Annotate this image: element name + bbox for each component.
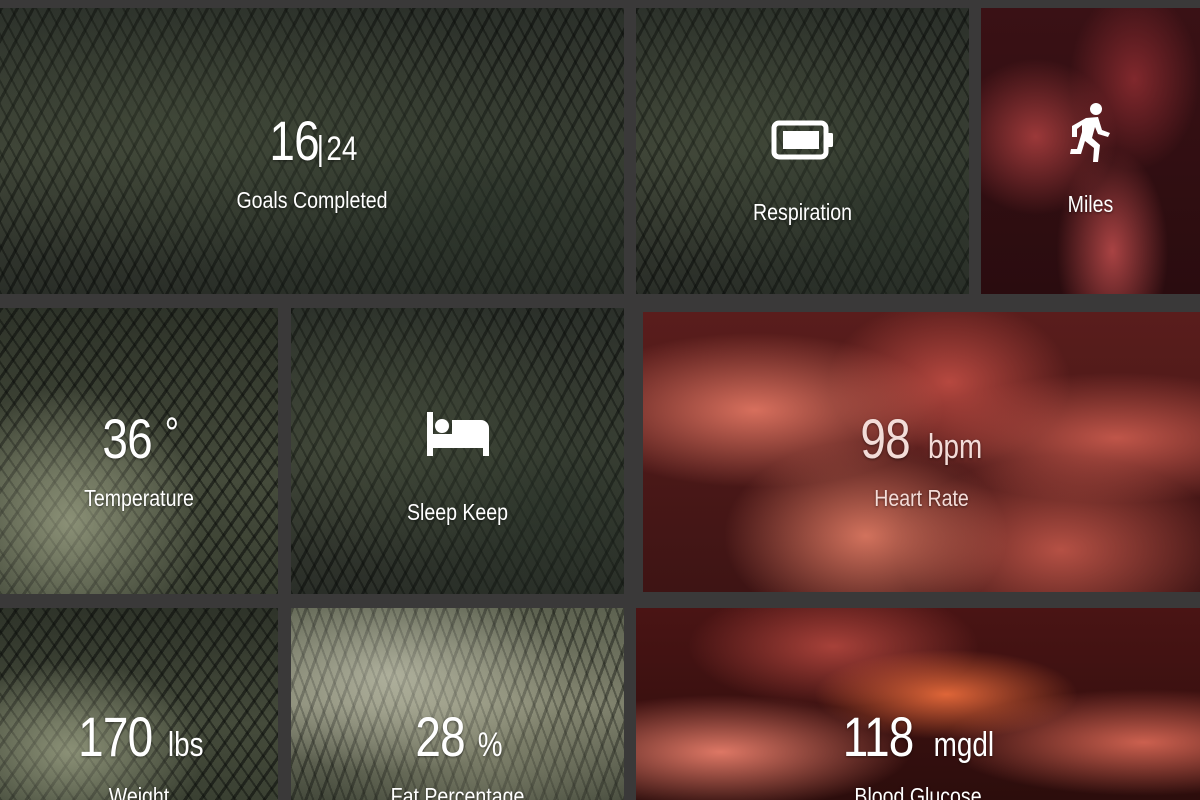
fat-value: 28 %: [410, 704, 505, 769]
fat-label: Fat Percentage: [390, 783, 525, 800]
heart-rate-value: 98 bpm: [855, 406, 987, 471]
goals-value: 16 | 24: [264, 108, 361, 173]
glucose-value: 118 mgdl: [835, 704, 1001, 769]
fat-unit: %: [477, 726, 503, 764]
battery-icon: [771, 120, 835, 172]
heart-rate-number: 98: [860, 407, 911, 470]
tile-blood-glucose[interactable]: 118 mgdl Blood Glucose: [636, 608, 1200, 800]
goals-separator: |: [316, 130, 324, 168]
tile-goals-completed[interactable]: 16 | 24 Goals Completed: [0, 8, 624, 294]
tile-fat-percentage[interactable]: 28 % Fat Percentage: [291, 608, 624, 800]
weight-unit: lbs: [168, 726, 205, 764]
temperature-number: 36: [102, 407, 152, 470]
respiration-label: Respiration: [753, 199, 852, 225]
tile-temperature[interactable]: 36 ° Temperature: [0, 308, 278, 594]
tile-respiration[interactable]: Respiration: [636, 8, 969, 294]
bed-icon: [425, 410, 491, 462]
sleep-label: Sleep Keep: [406, 499, 509, 525]
heart-rate-label: Heart Rate: [874, 485, 969, 511]
glucose-number: 118: [842, 705, 915, 768]
miles-label: Miles: [1067, 191, 1114, 217]
tile-sleep-keep[interactable]: Sleep Keep: [291, 308, 624, 594]
goals-label: Goals Completed: [236, 187, 388, 213]
glucose-unit: mgdl: [933, 726, 995, 764]
goals-completed-count: 16: [268, 109, 319, 172]
running-person-icon: [1068, 102, 1114, 166]
weight-label: Weight: [108, 783, 170, 800]
weight-value: 170 lbs: [70, 704, 208, 769]
glucose-label: Blood Glucose: [854, 783, 982, 800]
tile-weight[interactable]: 170 lbs Weight: [0, 608, 278, 800]
fat-number: 28: [415, 705, 466, 768]
weight-number: 170: [78, 705, 153, 768]
tile-heart-rate[interactable]: 98 bpm Heart Rate: [643, 312, 1200, 592]
heart-rate-unit: bpm: [927, 428, 982, 466]
temperature-unit: °: [164, 409, 180, 458]
temperature-label: Temperature: [84, 485, 194, 511]
temperature-value: 36 °: [97, 406, 181, 471]
goals-total-count: 24: [326, 130, 358, 168]
tile-miles[interactable]: Miles: [981, 8, 1200, 294]
